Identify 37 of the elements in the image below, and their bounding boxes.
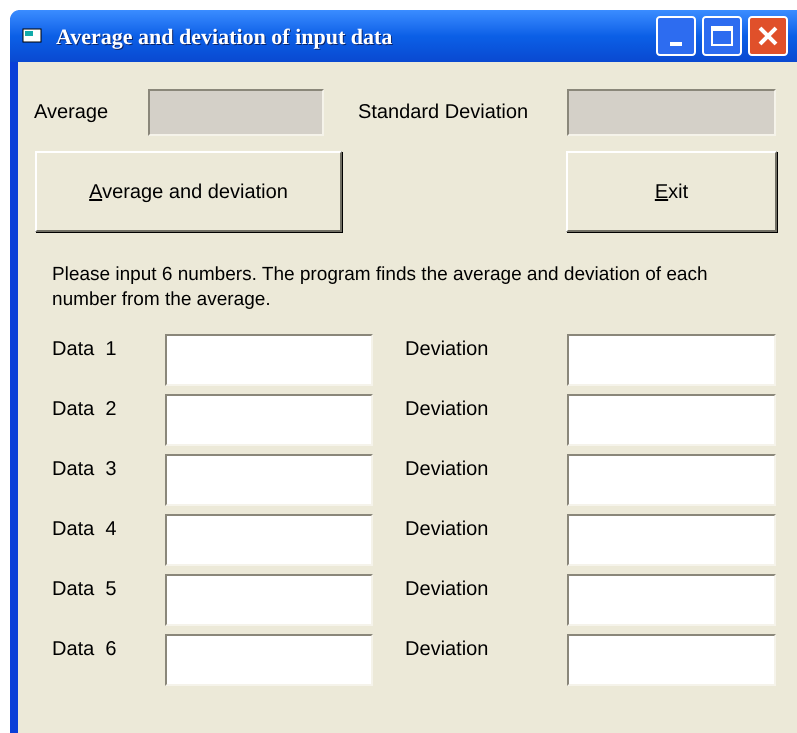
deviation-field[interactable]	[567, 394, 776, 446]
data-label: Data 4	[52, 517, 118, 542]
close-button[interactable]	[748, 16, 788, 56]
deviation-field[interactable]	[567, 574, 776, 626]
deviation-label: Deviation	[405, 637, 490, 662]
average-deviation-button[interactable]: Average and deviation	[35, 151, 342, 232]
data-label: Data 5	[52, 577, 118, 602]
deviation-label: Deviation	[405, 337, 490, 362]
field-label: Standard Deviation	[358, 100, 530, 125]
data-label: Data 2	[52, 397, 118, 422]
data-input-field[interactable]	[165, 334, 373, 386]
data-label: Data 3	[52, 457, 118, 482]
data-input-field[interactable]	[165, 574, 373, 626]
deviation-field[interactable]	[567, 454, 776, 506]
maximize-button[interactable]	[702, 16, 742, 56]
instructions-text: Please input 6 numbers. The program finds the average and deviation of each number from the average.	[52, 263, 709, 312]
deviation-label: Deviation	[405, 397, 490, 422]
window-title: Average and deviation of input data	[56, 22, 392, 51]
data-label: Data 6	[52, 637, 118, 662]
app-icon	[22, 27, 44, 45]
exit-button[interactable]: Exit	[566, 151, 777, 232]
field-label: Average	[34, 100, 110, 125]
std-deviation-field[interactable]	[567, 88, 776, 136]
data-input-field[interactable]	[165, 634, 373, 686]
data-input-field[interactable]	[165, 514, 373, 566]
close-icon	[757, 25, 779, 47]
deviation-field[interactable]	[567, 634, 776, 686]
deviation-label: Deviation	[405, 517, 490, 542]
deviation-label: Deviation	[405, 577, 490, 602]
data-input-field[interactable]	[165, 394, 373, 446]
deviation-field[interactable]	[567, 334, 776, 386]
deviation-field[interactable]	[567, 514, 776, 566]
deviation-label: Deviation	[405, 457, 490, 482]
minimize-button[interactable]	[656, 16, 696, 56]
data-input-field[interactable]	[165, 454, 373, 506]
average-field[interactable]	[148, 88, 324, 136]
data-label: Data 1	[52, 337, 118, 362]
